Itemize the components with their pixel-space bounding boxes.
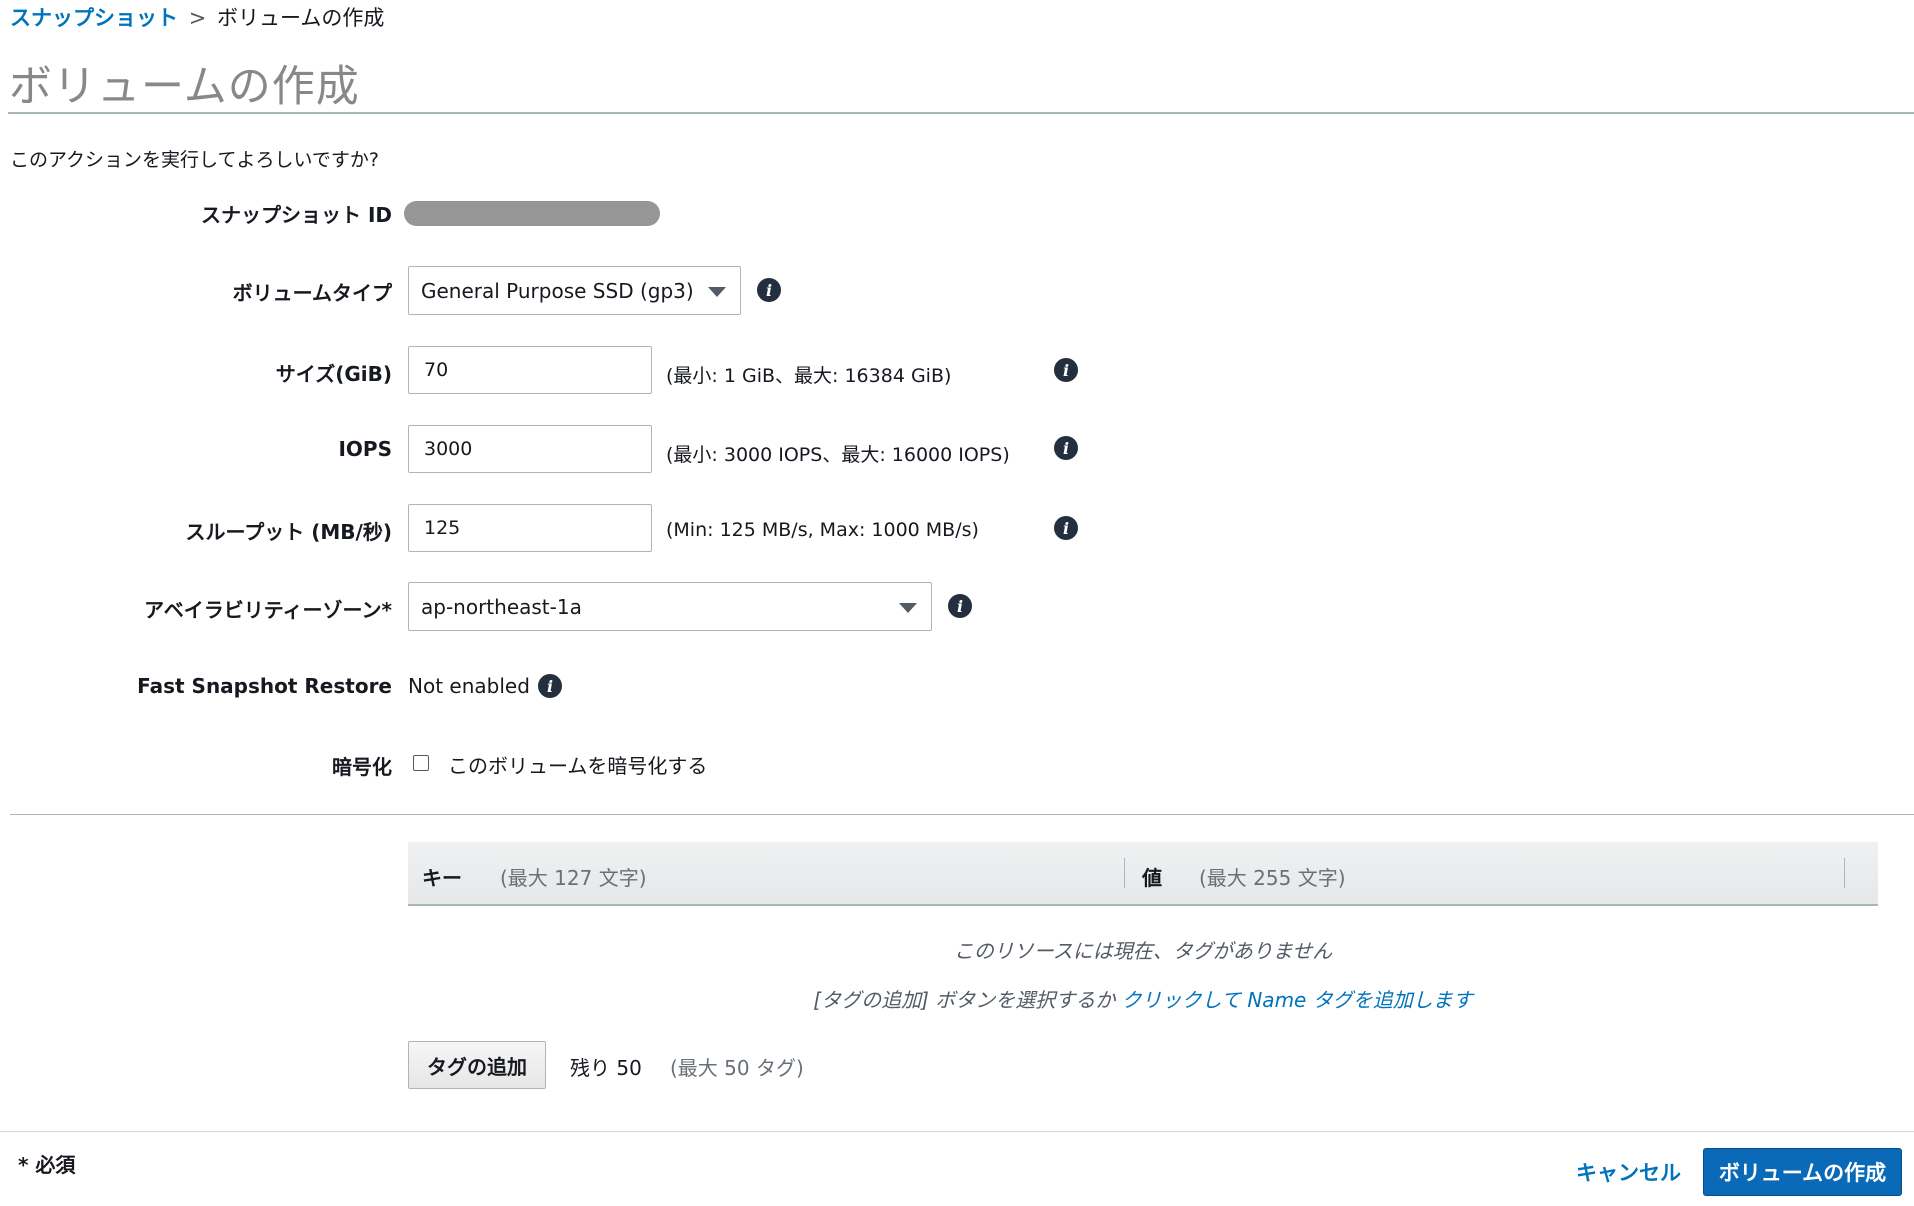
breadcrumb-separator: > [188,6,207,30]
required-note: * 必須 [18,1153,76,1177]
cancel-button[interactable]: キャンセル [1576,1157,1681,1187]
snapshot-id-label: スナップショット ID [200,203,392,227]
info-icon[interactable]: i [948,594,972,618]
info-icon[interactable]: i [538,674,562,698]
chevron-down-icon [708,286,726,297]
throughput-label: スループット (MB/秒) [185,520,393,544]
tags-help-prefix: [タグの追加] ボタンを選択するか [813,988,1116,1012]
breadcrumb-snapshots-link[interactable]: スナップショット [10,6,178,30]
add-name-tag-link[interactable]: クリックして Name タグを追加します [1122,988,1473,1012]
fast-snapshot-restore-value: Not enabled [408,674,530,698]
tags-help-text: [タグの追加] ボタンを選択するか クリックして Name タグを追加します [408,984,1878,1013]
create-volume-button[interactable]: ボリュームの作成 [1703,1148,1902,1196]
fast-snapshot-restore-label: Fast Snapshot Restore [137,674,392,698]
tags-table-header: キー (最大 127 文字) 値 (最大 255 文字) [408,842,1878,906]
title-divider [8,112,1914,114]
size-label: サイズ(GiB) [275,362,392,386]
iops-input[interactable] [408,425,652,473]
iops-hint: (最小: 3000 IOPS、最大: 16000 IOPS) [666,444,1010,466]
snapshot-id-redacted [404,201,660,226]
volume-type-label: ボリュームタイプ [232,281,392,305]
chevron-down-icon [899,602,917,613]
availability-zone-select[interactable]: ap-northeast-1a [408,582,932,631]
encryption-label: 暗号化 [332,755,392,779]
column-divider [1124,858,1125,888]
add-tag-button[interactable]: タグの追加 [408,1041,546,1089]
tag-key-hint: (最大 127 文字) [500,866,647,890]
tag-key-header: キー [422,866,462,890]
info-icon[interactable]: i [1054,516,1078,540]
confirm-text: このアクションを実行してよろしいですか? [10,149,379,171]
section-divider [10,814,1914,815]
info-icon[interactable]: i [1054,436,1078,460]
info-icon[interactable]: i [757,278,781,302]
info-icon[interactable]: i [1054,358,1078,382]
availability-zone-value: ap-northeast-1a [421,594,582,619]
size-hint: (最小: 1 GiB、最大: 16384 GiB) [666,365,952,387]
tag-value-header: 値 [1142,866,1162,890]
throughput-input[interactable] [408,504,652,552]
breadcrumb-current: ボリュームの作成 [216,6,385,30]
breadcrumb: スナップショット > ボリュームの作成 [10,2,384,32]
footer-divider [0,1131,1914,1132]
tags-remaining: 残り 50 [570,1056,642,1080]
tags-max: (最大 50 タグ) [670,1056,804,1080]
volume-type-select[interactable]: General Purpose SSD (gp3) [408,266,741,315]
availability-zone-label: アベイラビリティーゾーン* [144,598,392,622]
tag-value-hint: (最大 255 文字) [1199,866,1346,890]
throughput-hint: (Min: 125 MB/s, Max: 1000 MB/s) [666,519,979,541]
column-divider [1844,858,1845,888]
page-title: ボリュームの作成 [9,62,360,112]
tags-empty-message: このリソースには現在、タグがありません [953,939,1333,963]
size-input[interactable] [408,346,652,394]
encrypt-volume-checkbox[interactable] [413,755,429,771]
iops-label: IOPS [338,437,392,461]
volume-type-value: General Purpose SSD (gp3) [421,278,694,303]
encrypt-volume-label[interactable]: このボリュームを暗号化する [448,750,707,779]
